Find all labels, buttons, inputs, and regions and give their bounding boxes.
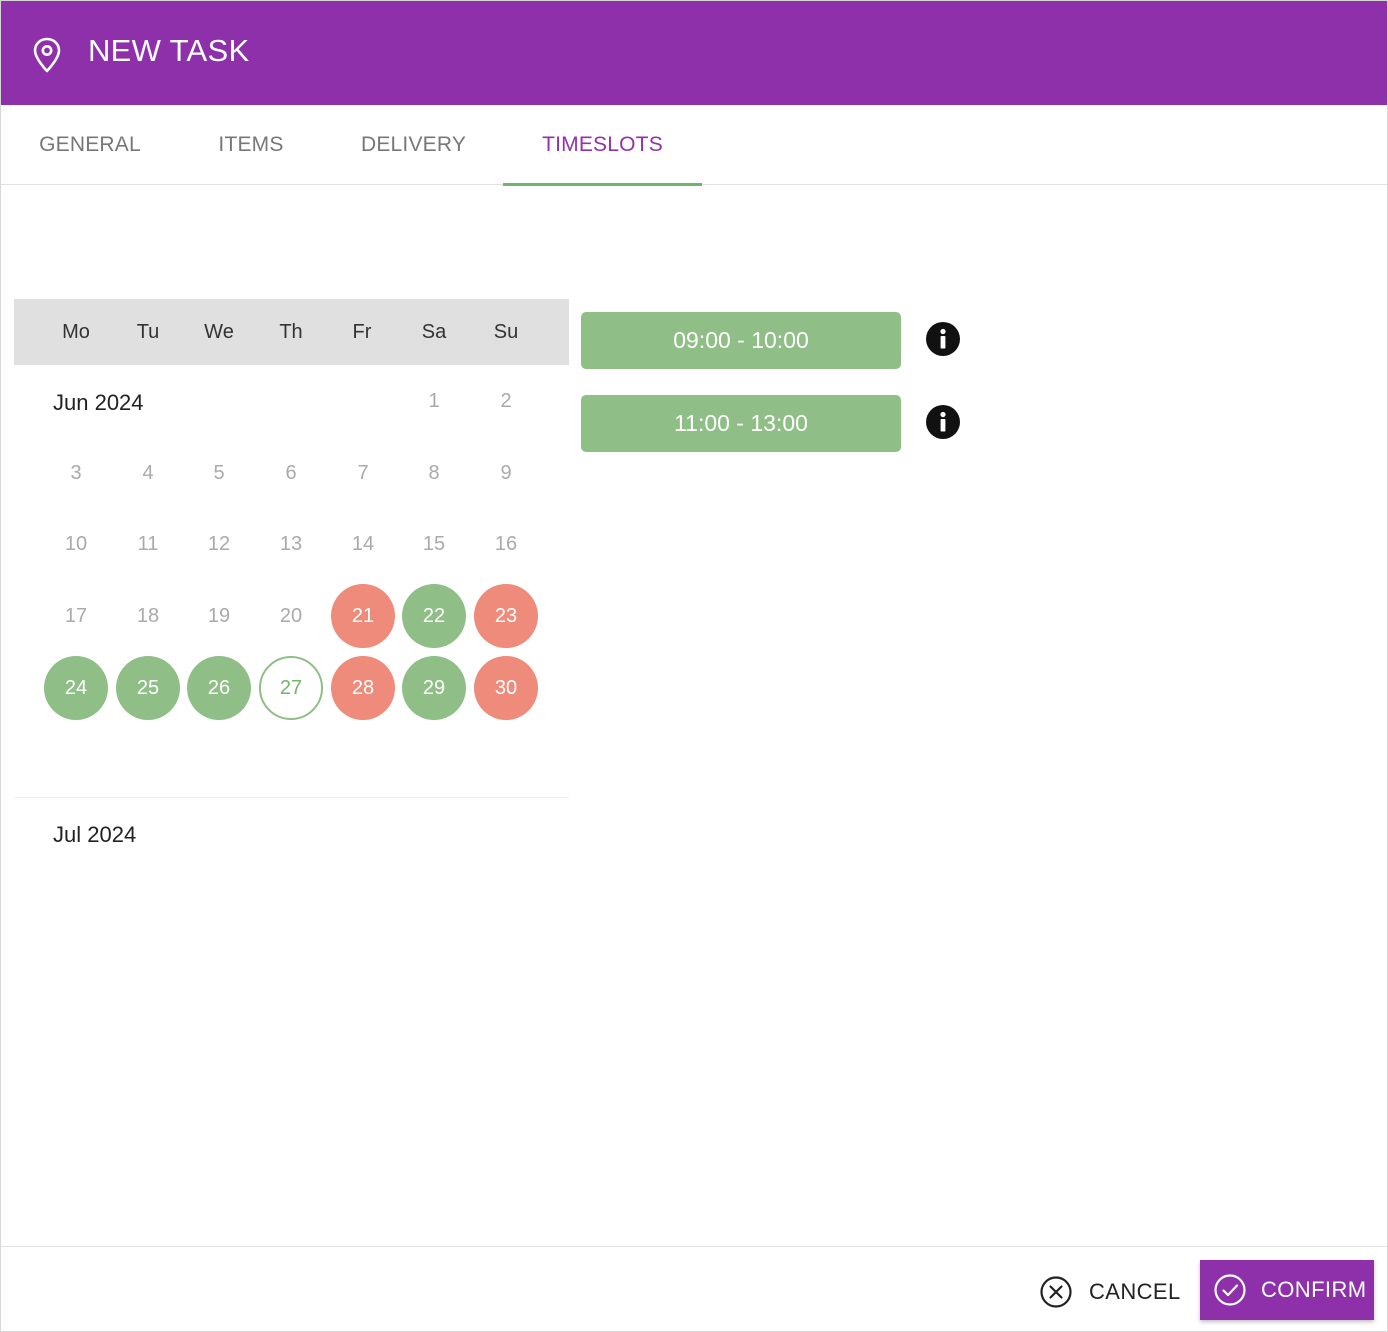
timeslot-button[interactable]: 09:00 - 10:00 [581,312,901,369]
calendar-day-selected[interactable]: 27 [259,656,323,720]
calendar-day: 9 [500,461,512,484]
cancel-label: CANCEL [1089,1279,1181,1304]
info-icon[interactable] [926,322,960,356]
calendar-day: 11 [137,532,159,555]
calendar-day-available[interactable]: 26 [187,656,251,720]
month-label-jul: Jul 2024 [53,822,137,847]
calendar-day-unavailable: 21 [331,584,395,648]
weekday-label: Sa [421,320,447,343]
month-divider [14,797,569,798]
calendar-day: 8 [428,461,440,484]
map-pin-icon [33,37,61,73]
calendar-day: 20 [279,604,303,627]
new-task-dialog: NEW TASK GENERAL ITEMS DELIVERY TIMESLOT… [0,0,1388,1332]
close-circle-icon [1040,1276,1072,1308]
calendar-day: 2 [500,389,512,412]
calendar-day: 12 [207,532,231,555]
calendar-day: 19 [207,604,231,627]
calendar-day: 15 [422,532,446,555]
calendar-day: 4 [142,461,154,484]
weekday-label: Tu [136,320,160,343]
calendar-weekday-header: Mo Tu We Th Fr Sa Su [14,299,569,365]
calendar-day-unavailable: 28 [331,656,395,720]
weekday-label: Mo [62,320,90,343]
timeslot-button[interactable]: 11:00 - 13:00 [581,395,901,452]
info-icon[interactable] [926,405,960,439]
calendar-day-available[interactable]: 29 [402,656,466,720]
check-circle-icon [1214,1274,1246,1306]
calendar-day: 10 [64,532,88,555]
calendar-day-available[interactable]: 25 [116,656,180,720]
cancel-button[interactable]: CANCEL [1039,1269,1189,1315]
confirm-label: CONFIRM [1261,1277,1367,1302]
calendar-day: 18 [136,604,160,627]
calendar-day-available[interactable]: 22 [402,584,466,648]
dialog-title: NEW TASK [88,33,250,68]
tab-timeslots[interactable]: TIMESLOTS [503,105,702,186]
calendar-day: 1 [428,389,440,412]
tab-delivery[interactable]: DELIVERY [336,105,491,185]
weekday-label: We [204,320,234,343]
tab-bar: GENERAL ITEMS DELIVERY TIMESLOTS [1,105,1387,186]
weekday-label: Th [279,320,303,343]
tab-general[interactable]: GENERAL [21,105,159,185]
calendar-day: 13 [279,532,303,555]
calendar-day: 16 [494,532,518,555]
calendar-day-unavailable: 23 [474,584,538,648]
weekday-label: Su [493,320,519,343]
calendar-day-available[interactable]: 24 [44,656,108,720]
month-label-jun: Jun 2024 [53,390,144,415]
calendar-day: 7 [357,461,369,484]
calendar-day-unavailable: 30 [474,656,538,720]
weekday-label: Fr [352,320,372,343]
calendar-day: 17 [64,604,88,627]
calendar-day: 3 [70,461,82,484]
calendar-day: 6 [285,461,297,484]
confirm-button[interactable]: CONFIRM [1200,1260,1374,1320]
tab-items[interactable]: ITEMS [191,105,311,185]
calendar-day: 5 [213,461,225,484]
calendar-day: 14 [351,532,375,555]
dialog-header: NEW TASK [1,1,1387,105]
